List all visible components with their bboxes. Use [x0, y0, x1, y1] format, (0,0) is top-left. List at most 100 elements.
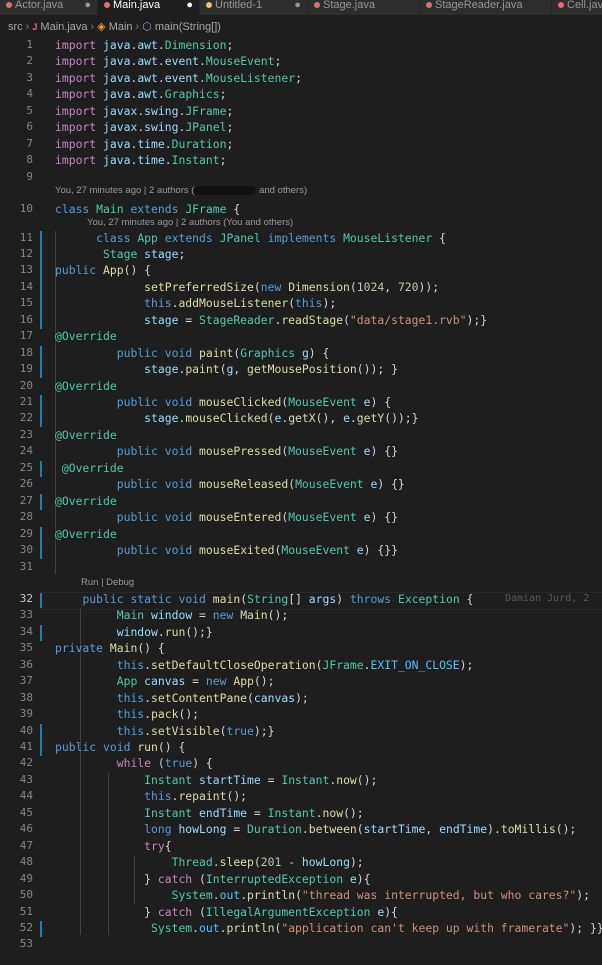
- line-number[interactable]: 7: [0, 137, 33, 150]
- code-line[interactable]: public static void main(String[] args) t…: [55, 592, 473, 606]
- code-line[interactable]: import java.awt.event.MouseEvent;: [55, 54, 281, 68]
- line-number[interactable]: 36: [0, 658, 33, 671]
- line-number[interactable]: 45: [0, 806, 33, 819]
- tab-cell-java[interactable]: Cell.java: [552, 0, 602, 15]
- code-line[interactable]: import java.awt.Dimension;: [55, 38, 233, 52]
- line-number[interactable]: 3: [0, 71, 33, 84]
- code-line[interactable]: try{: [55, 839, 171, 853]
- code-line[interactable]: System.out.println("thread was interrupt…: [55, 888, 590, 902]
- line-number[interactable]: 41: [0, 740, 33, 753]
- code-line[interactable]: class Main extends JFrame {: [55, 202, 240, 216]
- code-line[interactable]: } catch (InterruptedException e){: [55, 872, 370, 886]
- code-line[interactable]: this.pack();: [55, 707, 199, 721]
- line-number[interactable]: 53: [0, 937, 33, 950]
- code-line[interactable]: public void mouseClicked(MouseEvent e) {: [55, 395, 391, 409]
- git-blame-codelens[interactable]: You, 27 minutes ago | 2 authors (You and…: [87, 217, 293, 228]
- line-number[interactable]: 1: [0, 38, 33, 51]
- tab-stage-java[interactable]: Stage.java: [308, 0, 420, 15]
- git-modified-marker[interactable]: [40, 526, 42, 560]
- line-number[interactable]: 19: [0, 362, 33, 375]
- code-line[interactable]: @Override: [55, 379, 117, 393]
- code-editor[interactable]: 1 import java.awt.Dimension; 2 import java.…: [0, 36, 602, 965]
- line-number[interactable]: 44: [0, 789, 33, 802]
- modified-dot-icon[interactable]: ●: [186, 0, 193, 11]
- line-number[interactable]: 8: [0, 153, 33, 166]
- code-line[interactable]: private Main() {: [55, 641, 165, 655]
- tab-untitled-1[interactable]: Untitled-1 ●: [200, 0, 308, 15]
- line-number[interactable]: 15: [0, 296, 33, 309]
- line-number[interactable]: 14: [0, 280, 33, 293]
- code-line[interactable]: import java.awt.Graphics;: [55, 87, 226, 101]
- git-modified-marker[interactable]: [40, 230, 42, 329]
- git-modified-marker[interactable]: [40, 345, 42, 379]
- code-line[interactable]: this.setDefaultCloseOperation(JFrame.EXI…: [55, 658, 474, 672]
- line-number[interactable]: 24: [0, 444, 33, 457]
- line-number[interactable]: 9: [0, 170, 33, 183]
- code-line[interactable]: window.run();}: [55, 625, 213, 639]
- code-line[interactable]: import java.time.Duration;: [55, 137, 233, 151]
- code-line[interactable]: setPreferredSize(new Dimension(1024, 720…: [55, 280, 439, 294]
- git-modified-marker[interactable]: [40, 920, 42, 937]
- code-line[interactable]: public void paint(Graphics g) {: [55, 346, 330, 360]
- line-number[interactable]: 16: [0, 313, 33, 326]
- line-number[interactable]: 31: [0, 560, 33, 573]
- code-line[interactable]: class App extends JPanel implements Mous…: [55, 231, 446, 245]
- breadcrumb-src[interactable]: src: [8, 21, 23, 33]
- code-line[interactable]: public void mousePressed(MouseEvent e) {…: [55, 444, 398, 458]
- run-debug-codelens[interactable]: Run | Debug: [81, 577, 134, 588]
- line-number[interactable]: 52: [0, 921, 33, 934]
- line-number[interactable]: 50: [0, 888, 33, 901]
- line-number[interactable]: 22: [0, 411, 33, 424]
- line-number[interactable]: 32: [0, 592, 33, 605]
- code-line[interactable]: @Override: [55, 428, 117, 442]
- line-number[interactable]: 49: [0, 872, 33, 885]
- line-number[interactable]: 21: [0, 395, 33, 408]
- code-line[interactable]: @Override: [55, 461, 124, 475]
- code-line[interactable]: this.setContentPane(canvas);: [55, 691, 309, 705]
- line-number[interactable]: 18: [0, 346, 33, 359]
- code-line[interactable]: stage = StageReader.readStage("data/stag…: [55, 313, 487, 327]
- line-number[interactable]: 6: [0, 120, 33, 133]
- breadcrumb-file[interactable]: Main.java: [40, 21, 87, 33]
- code-line[interactable]: Instant startTime = Instant.now();: [55, 773, 377, 787]
- line-number[interactable]: 29: [0, 527, 33, 540]
- line-number[interactable]: 37: [0, 674, 33, 687]
- line-number[interactable]: 46: [0, 822, 33, 835]
- line-number[interactable]: 51: [0, 905, 33, 918]
- git-blame-codelens[interactable]: You, 27 minutes ago | 2 authors ( and ot…: [55, 185, 307, 196]
- git-modified-marker[interactable]: [40, 624, 42, 641]
- code-line[interactable]: this.setVisible(true);}: [55, 724, 275, 738]
- line-number[interactable]: 35: [0, 641, 33, 654]
- tab-stagereader-java[interactable]: StageReader.java: [420, 0, 552, 15]
- line-number[interactable]: 39: [0, 707, 33, 720]
- line-number[interactable]: 12: [0, 247, 33, 260]
- line-number[interactable]: 42: [0, 756, 33, 769]
- line-number[interactable]: 34: [0, 625, 33, 638]
- breadcrumb-class[interactable]: Main: [109, 21, 133, 33]
- line-number[interactable]: 23: [0, 428, 33, 441]
- code-line[interactable]: public void mouseExited(MouseEvent e) {}…: [55, 543, 398, 557]
- line-number[interactable]: 2: [0, 54, 33, 67]
- line-number[interactable]: 5: [0, 104, 33, 117]
- code-line[interactable]: @Override: [55, 329, 117, 343]
- line-number[interactable]: 48: [0, 855, 33, 868]
- code-line[interactable]: public void run() {: [55, 740, 185, 754]
- breadcrumb-method[interactable]: main(String[]): [155, 21, 221, 33]
- code-line[interactable]: import javax.swing.JFrame;: [55, 104, 233, 118]
- modified-dot-icon[interactable]: ●: [294, 0, 301, 11]
- line-number[interactable]: 4: [0, 87, 33, 100]
- tab-actor-java[interactable]: Actor.java ●: [0, 0, 98, 15]
- line-number[interactable]: 17: [0, 329, 33, 342]
- line-number[interactable]: 13: [0, 263, 33, 276]
- tab-main-java[interactable]: Main.java ●: [98, 0, 200, 15]
- code-line[interactable]: import javax.swing.JPanel;: [55, 120, 233, 134]
- git-modified-marker[interactable]: [40, 493, 42, 510]
- line-number[interactable]: 43: [0, 773, 33, 786]
- code-line[interactable]: public App() {: [55, 263, 151, 277]
- code-line[interactable]: this.addMouseListener(this);: [55, 296, 336, 310]
- line-number[interactable]: 40: [0, 724, 33, 737]
- line-number[interactable]: 10: [0, 202, 33, 215]
- code-line[interactable]: import java.time.Instant;: [55, 153, 226, 167]
- code-line[interactable]: while (true) {: [55, 756, 213, 770]
- git-modified-marker[interactable]: [40, 723, 42, 756]
